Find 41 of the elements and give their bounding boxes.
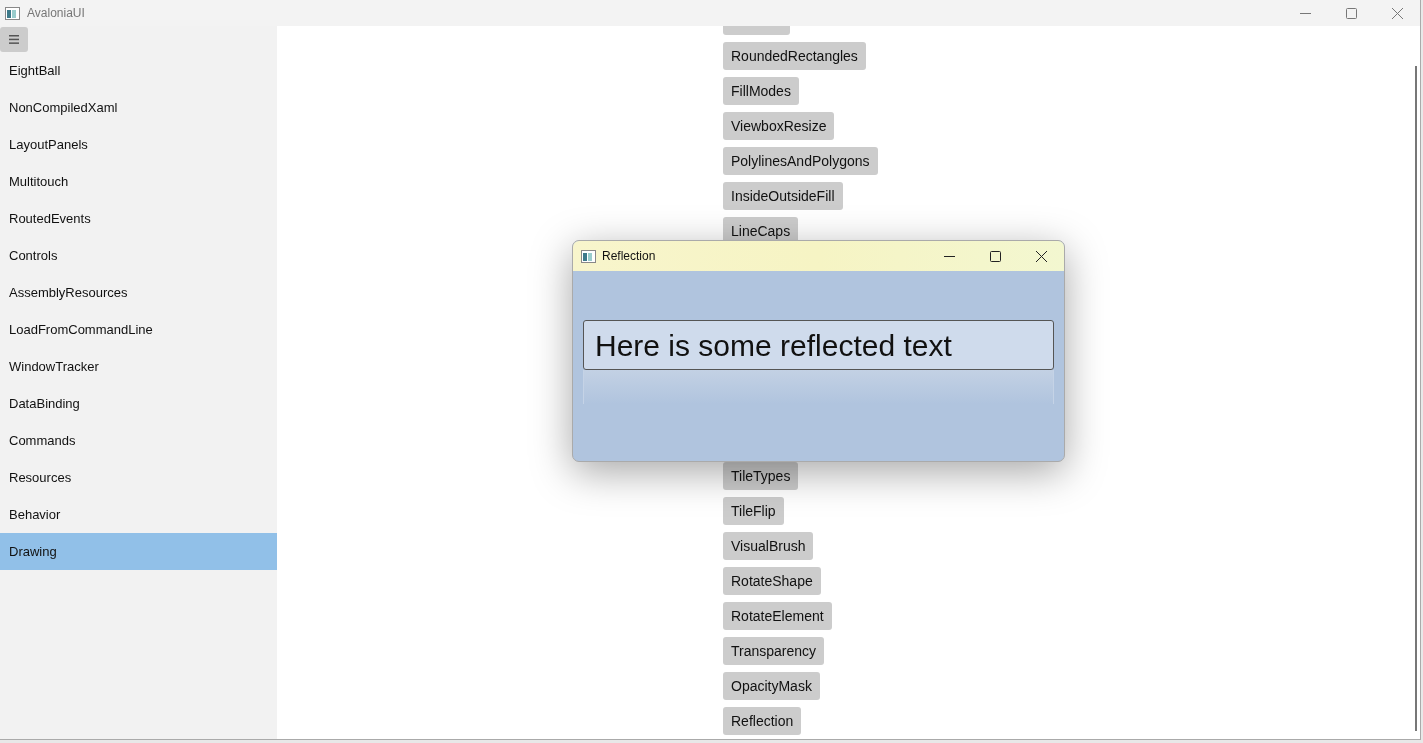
menu-icon — [9, 35, 19, 44]
sidebar-item[interactable]: Behavior — [0, 496, 277, 533]
window-title: AvaloniaUI — [27, 5, 85, 22]
example-button[interactable]: FillModes — [723, 77, 799, 105]
close-icon — [1035, 250, 1047, 262]
close-icon — [1391, 7, 1403, 19]
dialog-title: Reflection — [602, 248, 656, 265]
example-button[interactable]: Reflection — [723, 707, 802, 735]
minimize-icon — [1299, 12, 1311, 14]
sidebar-item[interactable]: DataBinding — [0, 385, 277, 422]
scrollbar-icon — [1415, 66, 1417, 731]
sidebar-item[interactable]: Controls — [0, 237, 277, 274]
sidebar-item[interactable]: RoutedEvents — [0, 200, 277, 237]
menu-button[interactable] — [0, 27, 28, 52]
sidebar-item[interactable]: Drawing — [0, 533, 277, 570]
sidebar-item[interactable]: Commands — [0, 422, 277, 459]
text-display: Here is some reflected text — [583, 320, 1054, 370]
example-button[interactable]: ViewboxResize — [723, 112, 835, 140]
example-button[interactable]: PolylinesAndPolygons — [723, 147, 878, 175]
app-icon — [5, 6, 20, 20]
example-button[interactable]: RotateElement — [723, 602, 832, 630]
example-button[interactable]: VisualBrush — [723, 532, 814, 560]
example-button[interactable]: OpacityMask — [723, 672, 820, 700]
example-button[interactable]: InsideOutsideFill — [723, 182, 843, 210]
sidebar-item[interactable]: NonCompiledXaml — [0, 89, 277, 126]
sidebar-item[interactable]: Multitouch — [0, 163, 277, 200]
sidebar-item[interactable]: Resources — [0, 459, 277, 496]
minimize-icon — [943, 255, 955, 257]
app-icon — [581, 249, 596, 263]
sidebar-item[interactable]: AssemblyResources — [0, 274, 277, 311]
example-button[interactable]: Transparency — [723, 637, 825, 665]
example-button[interactable]: RotateShape — [723, 567, 821, 595]
sidebar-item[interactable]: LoadFromCommandLine — [0, 311, 277, 348]
example-button[interactable]: TileTypes — [723, 462, 799, 490]
sidebar-item[interactable]: EightBall — [0, 52, 277, 89]
example-button[interactable]: RoundedRectangles — [723, 42, 866, 70]
maximize-icon — [1345, 7, 1357, 19]
sidebar-item[interactable]: WindowTracker — [0, 348, 277, 385]
example-button[interactable]: TileFlip — [723, 497, 784, 525]
maximize-icon — [989, 250, 1001, 262]
sidebar-item[interactable]: LayoutPanels — [0, 126, 277, 163]
